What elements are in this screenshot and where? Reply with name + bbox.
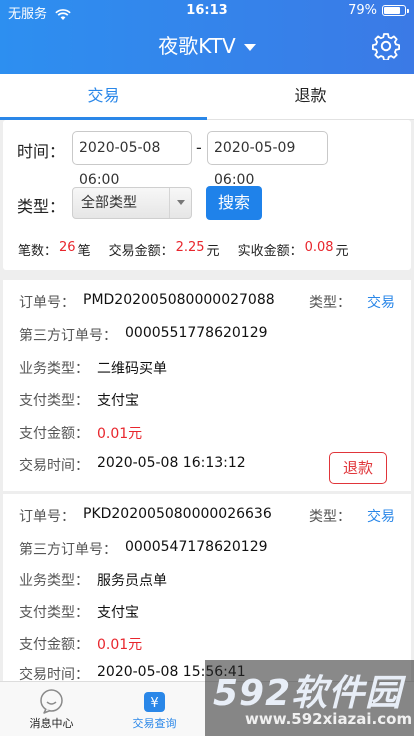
type-select-value: 全部类型 [81,195,137,211]
nav-trade-label: 交易查询 [132,717,177,730]
pay-amount-label: 支付金额： [19,637,89,653]
time-range-dash: - [196,138,202,157]
tab-bar: 交易 退款 [0,74,414,120]
pay-type-row: 支付类型： 支付宝 [19,602,139,622]
biz-type-row: 业务类型： 二维码买单 [19,358,167,378]
type-label: 类型： [17,197,66,216]
pay-type-value: 支付宝 [97,605,139,621]
watermark-url: www.592xiazai.com [245,710,413,728]
watermark-brand: 592软件园 [213,673,403,714]
third-no-label: 第三方订单号： [19,328,117,344]
watermark-overlay: 592软件园 www.592xiazai.com [205,660,414,736]
tab-trade[interactable]: 交易 [0,74,207,120]
order-no-row: 订单号： PKD202005080000026636 [19,506,272,526]
third-no-value: 0000551778620129 [125,325,268,341]
gear-icon[interactable] [372,32,400,60]
order-no-row: 订单号： PMD202005080000027088 [19,292,275,312]
order-card[interactable]: 订单号： PMD202005080000027088 类型： 交易 第三方订单号… [3,280,411,491]
received-value: 0.08 [304,240,334,255]
third-no-value: 0000547178620129 [125,539,268,555]
order-no-label: 订单号： [19,509,75,525]
pay-type-value: 支付宝 [97,393,139,409]
third-no-row: 第三方订单号： 0000547178620129 [19,539,268,559]
message-icon [40,689,63,714]
third-no-label: 第三方订单号： [19,542,117,558]
count-label: 笔数： [18,244,58,259]
caret-down-icon [243,44,256,51]
nav-message-label: 消息中心 [29,717,74,730]
order-type-value: 交易 [367,295,395,311]
third-no-row: 第三方订单号： 0000551778620129 [19,325,268,345]
received-unit: 元 [335,244,349,259]
tab-refund[interactable]: 退款 [207,74,414,120]
store-selector[interactable]: 夜歌KTV [0,30,414,59]
summary-bar: 笔数： 26 笔 交易金额： 2.25 元 实收金额： 0.08 元 [18,240,349,259]
order-card[interactable]: 订单号： PKD202005080000026636 类型： 交易 第三方订单号… [3,494,411,684]
biz-type-value: 服务员点单 [97,573,167,589]
order-no-value: PMD202005080000027088 [83,292,275,308]
refund-button[interactable]: 退款 [329,452,387,484]
amount-unit: 元 [206,244,220,259]
trade-time-row: 交易时间： 2020-05-08 16:13:12 [19,455,246,475]
trade-time-value: 2020-05-08 16:13:12 [97,455,246,471]
type-select[interactable]: 全部类型 [72,187,192,219]
status-right: 79% [348,3,409,18]
order-type-label: 类型： [309,509,351,525]
nav-message-center[interactable]: 消息中心 [0,682,103,736]
nav-trade-query[interactable]: ¥ 交易查询 [103,682,206,736]
search-button[interactable]: 搜索 [206,186,262,220]
count-value: 26 [59,240,76,255]
order-type-label: 类型： [309,295,351,311]
page-title: 夜歌KTV [158,34,236,58]
start-time-field[interactable]: 2020-05-08 06:00 [72,131,192,188]
pay-type-label: 支付类型： [19,393,89,409]
select-arrow-icon [169,188,191,218]
biz-type-row: 业务类型： 服务员点单 [19,570,167,590]
order-no-label: 订单号： [19,295,75,311]
amount-label: 交易金额： [108,244,174,259]
pay-amount-value: 0.01元 [97,637,143,653]
pay-type-label: 支付类型： [19,605,89,621]
pay-amount-label: 支付金额： [19,426,89,442]
pay-amount-row: 支付金额： 0.01元 [19,423,142,443]
app-header: 无服务 16:13 79% 夜歌KTV [0,0,414,74]
battery-percent: 79% [348,3,377,18]
biz-type-value: 二维码买单 [97,361,167,377]
biz-type-label: 业务类型： [19,361,89,377]
amount-value: 2.25 [175,240,205,255]
battery-icon [382,5,409,16]
end-time-field[interactable]: 2020-05-09 06:00 [207,131,328,188]
received-label: 实收金额： [237,244,303,259]
yuan-icon: ¥ [144,692,165,712]
svg-text:¥: ¥ [150,696,158,711]
order-type-value: 交易 [367,509,395,525]
biz-type-label: 业务类型： [19,573,89,589]
pay-type-row: 支付类型： 支付宝 [19,390,139,410]
order-no-value: PKD202005080000026636 [83,506,272,522]
trade-time-label: 交易时间： [19,458,89,474]
time-label: 时间： [17,142,66,161]
pay-amount-value: 0.01元 [97,426,143,442]
pay-amount-row: 支付金额： 0.01元 [19,634,142,654]
status-bar: 无服务 16:13 79% [0,0,414,22]
count-unit: 笔 [77,244,91,259]
